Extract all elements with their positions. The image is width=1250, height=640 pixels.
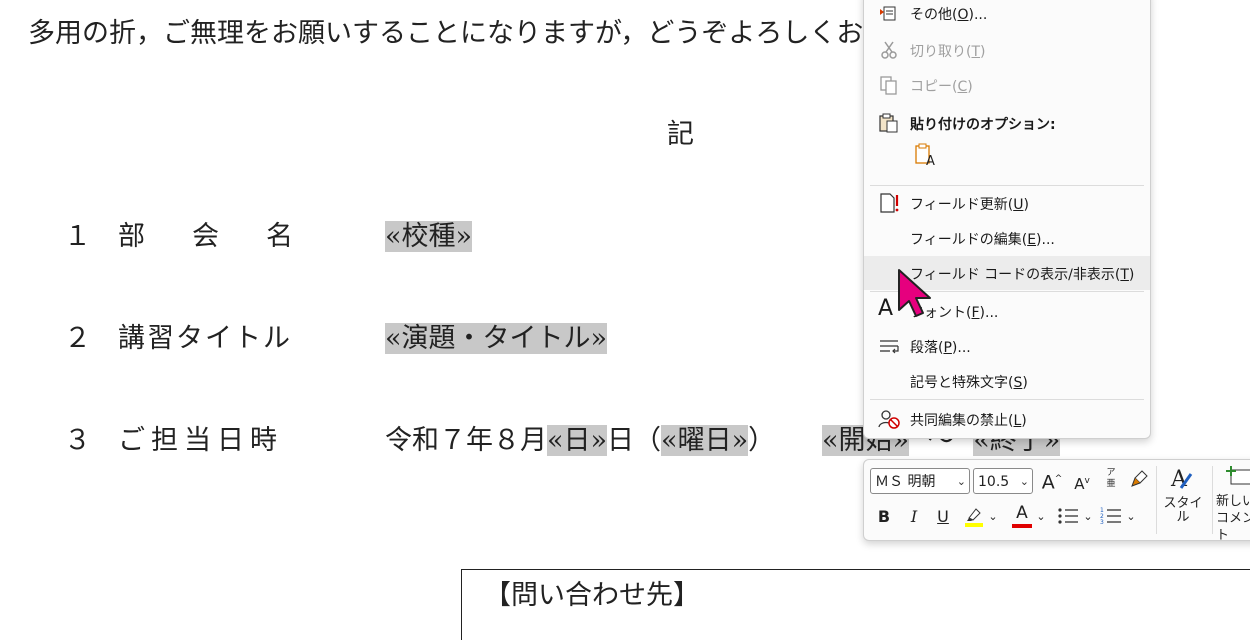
menu-separator-3 [870,399,1144,400]
menu-item-copy-label: コピー(C) [910,79,973,95]
font-color-swatch [1012,524,1032,528]
paste-keep-text-only[interactable]: A [904,138,944,170]
menu-item-more-label: その他(O)... [910,7,988,23]
phonetic-guide-button[interactable]: ア亜 [1102,468,1120,490]
row-3-value[interactable]: 令和７年８月«日»日（«曜日»） [385,423,775,459]
highlight-button[interactable] [962,505,986,532]
new-comment-label-2: コメント [1216,511,1250,543]
paintbrush-icon [1131,470,1148,487]
close-paren: ） [748,425,776,456]
menu-item-update-field-label: フィールド更新(U) [910,197,1029,213]
svg-text:3: 3 [1100,519,1104,526]
font-size-select[interactable]: 10.5 ⌄ [973,468,1033,494]
merge-field-school-type[interactable]: «校種» [385,221,473,252]
highlight-dropdown[interactable]: ⌄ [988,507,998,527]
numbered-list-icon: 123 [1100,507,1121,526]
toolbar-divider [1156,466,1157,534]
bold-button[interactable]: B [874,507,894,527]
row-2-number: ２ [64,323,91,354]
row-1-number: １ [64,221,91,252]
bullets-dropdown[interactable]: ⌄ [1083,507,1093,527]
bullet-list-icon [1058,508,1078,524]
menu-item-paste-options: 貼り付けのオプション: [864,106,1150,140]
menu-item-cut[interactable]: 切り取り(T) [864,33,1150,67]
bullets-button[interactable] [1056,506,1080,531]
paste-text-only-icon: A [914,142,938,169]
menu-item-toggle-field-codes-label: フィールド コードの表示/非表示(T) [910,267,1135,283]
contact-box: 【問い合わせ先】 [461,569,1250,640]
format-painter-button[interactable] [1128,469,1150,494]
contact-title: 【問い合わせ先】 [484,580,700,611]
block-coauthor-icon [878,409,900,429]
numbering-button[interactable]: 123 [1099,506,1123,531]
font-name-value: ＭＳ 明朝 [875,474,936,490]
font-color-button[interactable]: A [1010,503,1034,528]
menu-item-symbols-label: 記号と特殊文字(S) [910,375,1028,391]
row-2-value[interactable]: «演題・タイトル» [385,321,608,357]
menu-item-block-coauthoring[interactable]: 共同編集の禁止(L) [864,402,1150,436]
context-menu: その他(O)... 切り取り(T) コピー(C) 貼り付けのオプション: A フ… [863,0,1151,439]
row-3-label: ご担当日時 [118,425,283,456]
pointer-cursor-icon [896,268,936,320]
numbering-dropdown[interactable]: ⌄ [1126,507,1136,527]
new-comment-label-1: 新しい [1216,494,1250,509]
menu-item-paste-options-label: 貼り付けのオプション: [910,117,1056,133]
menu-item-update-field[interactable]: フィールド更新(U) [864,186,1150,220]
row-1-value[interactable]: «校種» [385,219,473,255]
new-comment-icon [1226,466,1250,485]
menu-item-block-coauthoring-label: 共同編集の禁止(L) [910,413,1027,429]
toolbar-divider-2 [1212,466,1213,534]
font-name-select[interactable]: ＭＳ 明朝 ⌄ [870,468,970,494]
menu-item-symbols[interactable]: 記号と特殊文字(S) [864,364,1150,398]
menu-item-cut-label: 切り取り(T) [910,44,986,60]
italic-button[interactable]: I [904,507,924,527]
update-field-icon [878,193,900,213]
menu-item-copy[interactable]: コピー(C) [864,68,1150,102]
new-comment-button[interactable]: 新しい コメント [1216,464,1250,544]
merge-field-title[interactable]: «演題・タイトル» [385,323,608,354]
menu-item-paragraph[interactable]: 段落(P)... [864,329,1150,363]
highlighter-icon [965,508,983,527]
styles-icon: A [1170,467,1193,492]
merge-field-day[interactable]: «日» [547,425,608,456]
chevron-down-icon: ⌄ [1019,475,1029,488]
styles-button[interactable]: A スタイル [1160,466,1206,525]
shrink-font-button[interactable]: Av [1070,471,1094,494]
row-1-label: 部 会 名 [118,221,303,252]
mini-toolbar: ＭＳ 明朝 ⌄ 10.5 ⌄ A^ Av ア亜 A スタイル 新しい コメント … [863,459,1250,544]
styles-label: スタイル [1163,496,1203,525]
merge-field-weekday[interactable]: «曜日» [661,425,749,456]
font-size-value: 10.5 [978,474,1010,490]
row-2-label: 講習タイトル [118,323,292,354]
ki-heading: 記 [667,119,694,150]
menu-item-edit-field[interactable]: フィールドの編集(E)... [864,221,1150,255]
paste-icon [878,113,900,133]
paragraph-icon [878,336,900,356]
day-suffix: 日（ [607,425,662,456]
scissors-icon [878,40,900,60]
copy-icon [878,75,900,95]
svg-text:A: A [926,154,935,166]
more-icon [878,3,900,23]
menu-item-more[interactable]: その他(O)... [864,0,1150,30]
underline-button[interactable]: U [933,507,953,527]
date-prefix: 令和７年８月 [385,425,547,456]
row-3-number: ３ [64,425,91,456]
font-color-dropdown[interactable]: ⌄ [1036,507,1046,527]
menu-item-paragraph-label: 段落(P)... [910,340,971,356]
grow-font-button[interactable]: A^ [1040,469,1064,492]
chevron-down-icon: ⌄ [956,475,966,488]
menu-item-edit-field-label: フィールドの編集(E)... [910,232,1055,248]
